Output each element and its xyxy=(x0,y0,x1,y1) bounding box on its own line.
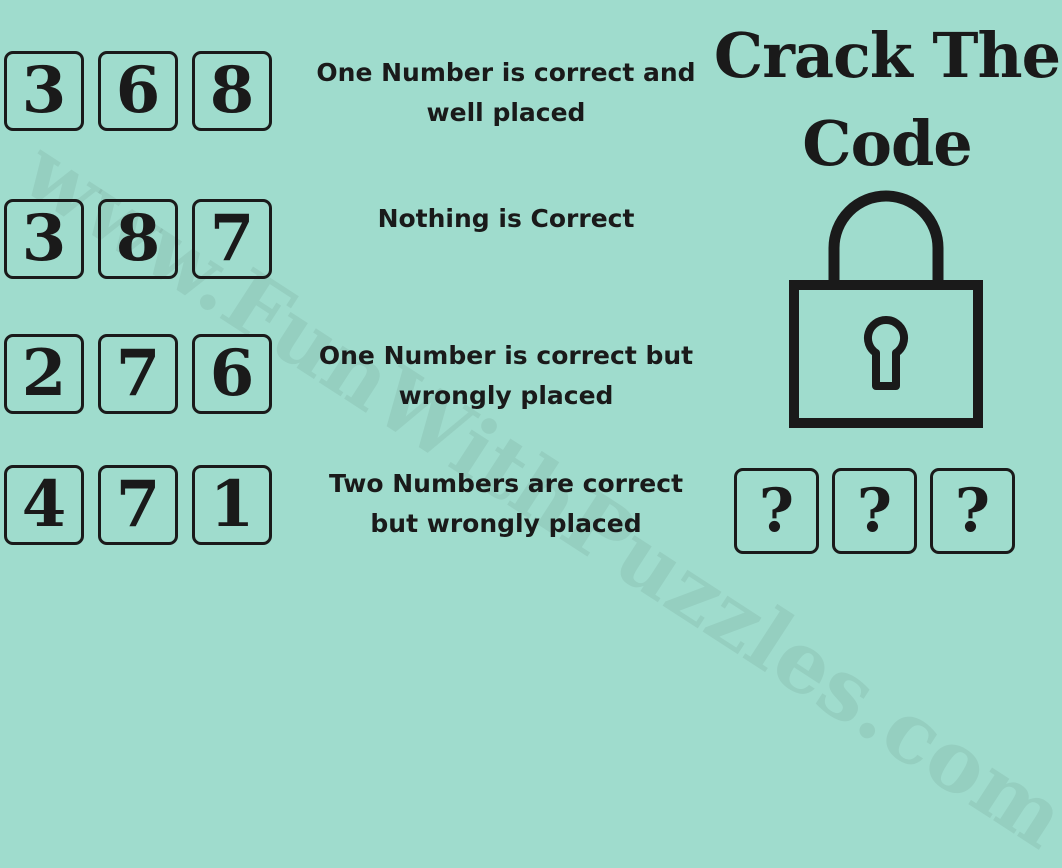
clue-2-digit-2: 8 xyxy=(98,199,178,279)
clue-3-line-2: wrongly placed xyxy=(398,381,614,410)
clue-1-digit-1: 3 xyxy=(4,51,84,131)
clue-1-line-1: One Number is correct and xyxy=(316,58,696,87)
clue-4-text: Two Numbers are correct but wrongly plac… xyxy=(300,464,712,544)
answer-box-1: ? xyxy=(734,468,819,554)
page-title: Crack The Code xyxy=(713,19,1061,180)
padlock-shackle xyxy=(828,190,944,282)
clue-4-digit-2: 7 xyxy=(98,465,178,545)
answer-box-2: ? xyxy=(832,468,917,554)
clue-4-digits: 4 7 1 xyxy=(4,465,272,545)
clue-2-digit-3: 7 xyxy=(192,199,272,279)
clue-2-text: Nothing is Correct xyxy=(300,199,712,239)
clue-3-line-1: One Number is correct but xyxy=(318,341,694,370)
answer-row: ? ? ? xyxy=(734,468,1015,554)
clue-3-digits: 2 7 6 xyxy=(4,334,272,414)
clue-2-digits: 3 8 7 xyxy=(4,199,272,279)
clue-1-digit-3: 8 xyxy=(192,51,272,131)
clue-4-line-2: but wrongly placed xyxy=(370,509,642,538)
clue-1-digit-2: 6 xyxy=(98,51,178,131)
keyhole-icon xyxy=(863,315,909,390)
clue-3-digit-3: 6 xyxy=(192,334,272,414)
padlock-icon xyxy=(789,190,983,428)
clue-2-line-1: Nothing is Correct xyxy=(377,204,635,233)
clue-3-text: One Number is correct but wrongly placed xyxy=(300,336,712,416)
clue-3-digit-2: 7 xyxy=(98,334,178,414)
clue-1-digits: 3 6 8 xyxy=(4,51,272,131)
clue-3-digit-1: 2 xyxy=(4,334,84,414)
clue-4-line-1: Two Numbers are correct xyxy=(328,469,684,498)
clue-4-digit-1: 4 xyxy=(4,465,84,545)
padlock-body xyxy=(789,280,983,428)
clue-1-text: One Number is correct and well placed xyxy=(300,53,712,133)
clue-2-digit-1: 3 xyxy=(4,199,84,279)
answer-box-3: ? xyxy=(930,468,1015,554)
clue-1-line-2: well placed xyxy=(426,98,586,127)
clue-4-digit-3: 1 xyxy=(192,465,272,545)
